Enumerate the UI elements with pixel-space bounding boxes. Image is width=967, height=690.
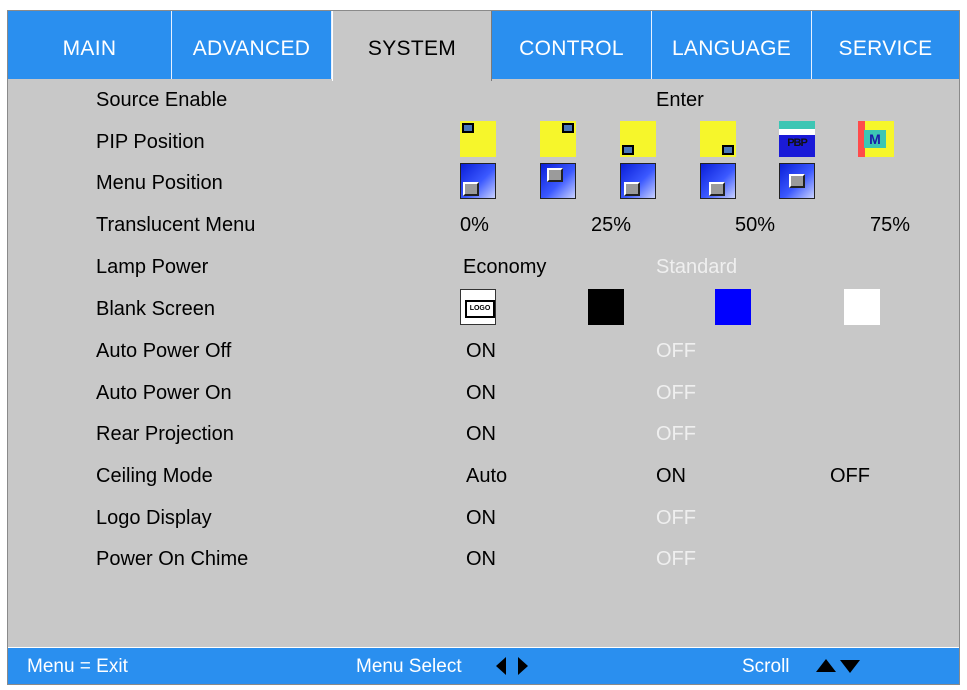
rear-projection-off[interactable]: OFF bbox=[656, 423, 696, 446]
up-down-arrows-icon bbox=[816, 659, 860, 673]
pip-bottom-right-icon[interactable] bbox=[700, 121, 736, 157]
pip-top-right-icon[interactable] bbox=[540, 121, 576, 157]
translucent-50[interactable]: 50% bbox=[735, 214, 775, 237]
menu-top-left-icon[interactable] bbox=[540, 163, 576, 199]
menu-center-icon[interactable] bbox=[779, 163, 815, 199]
source-enable-enter[interactable]: Enter bbox=[656, 89, 704, 112]
power-on-chime-off[interactable]: OFF bbox=[656, 548, 696, 571]
auto-power-off-on[interactable]: ON bbox=[466, 340, 496, 363]
left-right-arrows-icon bbox=[496, 657, 528, 675]
footer-exit-hint: Menu = Exit bbox=[27, 656, 128, 677]
footer-scroll-hint: Scroll bbox=[742, 656, 790, 677]
menu-bottom-right-icon[interactable] bbox=[700, 163, 736, 199]
auto-power-off-off[interactable]: OFF bbox=[656, 340, 696, 363]
rear-projection-on[interactable]: ON bbox=[466, 423, 496, 446]
blank-logo-icon[interactable]: LOGO bbox=[460, 289, 496, 325]
lamp-standard[interactable]: Standard bbox=[656, 256, 737, 279]
pbp-icon[interactable]: PBP bbox=[779, 121, 815, 157]
ceiling-on[interactable]: ON bbox=[656, 465, 686, 488]
tab-language[interactable]: LANGUAGE bbox=[652, 11, 812, 79]
menu-position-label: Menu Position bbox=[96, 172, 223, 194]
blank-black-swatch[interactable] bbox=[588, 289, 624, 325]
osd-menu: MAIN ADVANCED SYSTEM CONTROL LANGUAGE SE… bbox=[7, 10, 960, 685]
logo-display-off[interactable]: OFF bbox=[656, 507, 696, 530]
auto-power-on-label: Auto Power On bbox=[96, 382, 232, 404]
rear-projection-label: Rear Projection bbox=[96, 423, 234, 445]
blank-blue-swatch[interactable] bbox=[715, 289, 751, 325]
tab-advanced[interactable]: ADVANCED bbox=[172, 11, 332, 79]
blank-logo-text: LOGO bbox=[465, 300, 495, 318]
translucent-25[interactable]: 25% bbox=[591, 214, 631, 237]
translucent-menu-label: Translucent Menu bbox=[96, 214, 256, 236]
pip-position-label: PIP Position bbox=[96, 131, 205, 153]
mosaic-icon[interactable]: M bbox=[858, 121, 894, 157]
tab-service[interactable]: SERVICE bbox=[812, 11, 959, 79]
logo-display-on[interactable]: ON bbox=[466, 507, 496, 530]
source-enable-label: Source Enable bbox=[96, 89, 228, 111]
logo-display-label: Logo Display bbox=[96, 507, 212, 529]
menu-bottom-left-icon[interactable] bbox=[460, 163, 496, 199]
pip-bottom-left-icon[interactable] bbox=[620, 121, 656, 157]
mosaic-icon-text: M bbox=[864, 130, 886, 148]
tab-control[interactable]: CONTROL bbox=[492, 11, 652, 79]
menu-bottom-center-icon[interactable] bbox=[620, 163, 656, 199]
translucent-0[interactable]: 0% bbox=[460, 214, 489, 237]
auto-power-on-off[interactable]: OFF bbox=[656, 382, 696, 405]
ceiling-mode-label: Ceiling Mode bbox=[96, 465, 213, 487]
pbp-icon-text: PBP bbox=[787, 137, 808, 149]
auto-power-off-label: Auto Power Off bbox=[96, 340, 232, 362]
lamp-economy[interactable]: Economy bbox=[463, 256, 546, 279]
lamp-power-label: Lamp Power bbox=[96, 256, 209, 278]
power-on-chime-on[interactable]: ON bbox=[466, 548, 496, 571]
ceiling-auto[interactable]: Auto bbox=[466, 465, 507, 488]
tab-main[interactable]: MAIN bbox=[8, 11, 172, 79]
power-on-chime-label: Power On Chime bbox=[96, 548, 249, 570]
blank-screen-label: Blank Screen bbox=[96, 298, 215, 320]
auto-power-on-on[interactable]: ON bbox=[466, 382, 496, 405]
ceiling-off[interactable]: OFF bbox=[830, 465, 870, 488]
blank-white-swatch[interactable] bbox=[844, 289, 880, 325]
footer-select-hint: Menu Select bbox=[356, 656, 462, 677]
tab-system[interactable]: SYSTEM bbox=[332, 11, 492, 81]
tab-bar: MAIN ADVANCED SYSTEM CONTROL LANGUAGE SE… bbox=[8, 11, 959, 81]
footer-bar: Menu = Exit Menu Select Scroll bbox=[8, 647, 959, 684]
translucent-75[interactable]: 75% bbox=[870, 214, 910, 237]
pip-top-left-icon[interactable] bbox=[460, 121, 496, 157]
